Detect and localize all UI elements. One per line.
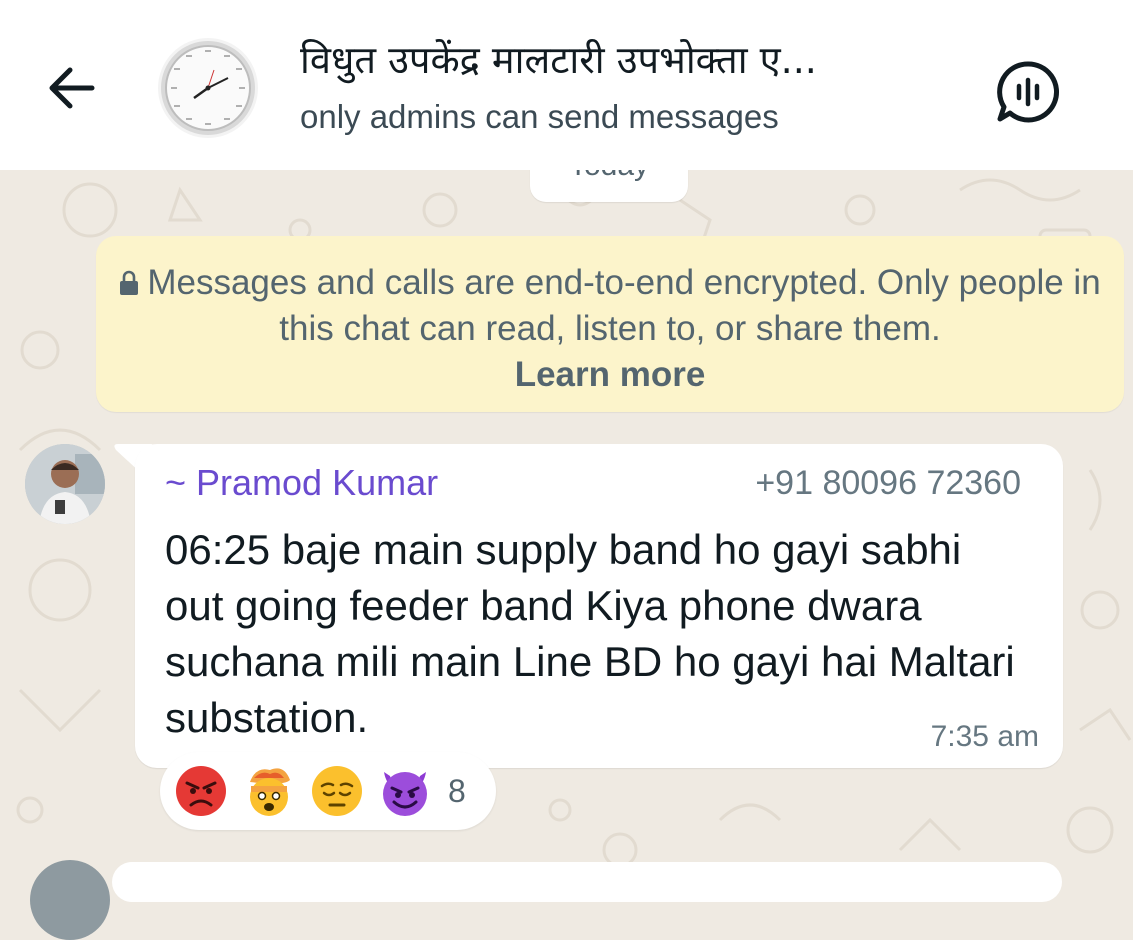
chat-header: विधुत उपकेंद्र मालटारी उपभोक्ता ए... onl… <box>0 0 1133 170</box>
encryption-message: Messages and calls are end-to-end encryp… <box>147 263 1101 348</box>
next-message-bubble[interactable] <box>112 862 1062 902</box>
encryption-notice[interactable]: Messages and calls are end-to-end encryp… <box>96 236 1124 412</box>
sender-phone: +91 80096 72360 <box>755 464 1021 502</box>
back-arrow-icon[interactable] <box>40 55 106 121</box>
sender-avatar[interactable] <box>25 444 105 524</box>
learn-more-link[interactable]: Learn more <box>96 352 1124 398</box>
encryption-notice-text: Messages and calls are end-to-end encryp… <box>96 236 1124 352</box>
clock-icon <box>161 41 255 135</box>
smiling-devil-icon <box>383 772 427 816</box>
voice-chat-icon[interactable] <box>992 56 1064 128</box>
group-subtitle: only admins can send messages <box>300 98 779 135</box>
pensive-face-icon <box>312 766 362 816</box>
next-sender-avatar[interactable] <box>30 860 110 940</box>
message-time: 7:35 am <box>930 720 1039 753</box>
chat-title-area[interactable]: विधुत उपकेंद्र मालटारी उपभोक्ता ए... onl… <box>300 34 960 136</box>
reaction-count: 8 <box>448 772 466 809</box>
message-bubble[interactable]: ~ Pramod Kumar +91 80096 72360 06:25 baj… <box>135 444 1063 768</box>
lock-icon <box>120 270 139 295</box>
angry-face-icon <box>176 766 226 816</box>
group-avatar[interactable] <box>158 38 258 138</box>
sender-name[interactable]: ~ Pramod Kumar <box>165 462 438 504</box>
group-title: विधुत उपकेंद्र मालटारी उपभोक्ता ए... <box>300 38 817 82</box>
exploding-head-icon <box>250 768 290 816</box>
message-text: 06:25 baje main supply band ho gayi sabh… <box>165 526 1015 741</box>
message-reactions[interactable]: 8 <box>160 752 496 830</box>
